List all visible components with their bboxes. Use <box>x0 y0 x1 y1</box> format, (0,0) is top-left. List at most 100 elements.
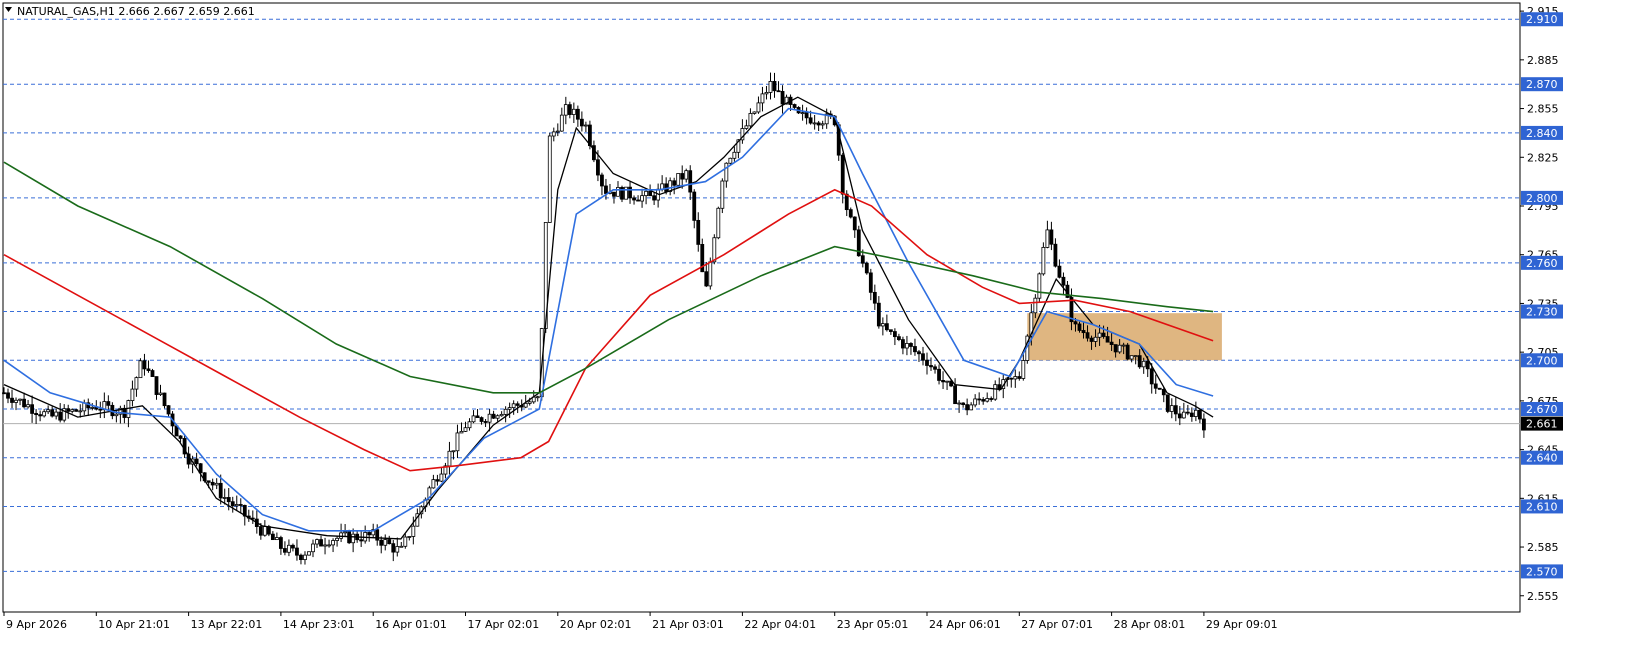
x-tick-label: 17 Apr 02:01 <box>468 618 540 631</box>
bull-candle <box>1169 405 1174 412</box>
bear-candle <box>1173 405 1178 415</box>
y-tick-label: 2.585 <box>1527 541 1559 554</box>
bear-candle <box>1189 412 1194 417</box>
bull-candle <box>563 104 568 116</box>
x-tick-label: 16 Apr 01:01 <box>375 618 447 631</box>
bear-candle <box>933 366 937 370</box>
bull-candle <box>503 408 508 415</box>
bull-candle <box>262 526 267 536</box>
bull-candle <box>1097 332 1102 338</box>
bull-candle <box>708 261 713 287</box>
bear-candle <box>1125 344 1130 360</box>
bear-candle <box>226 497 231 503</box>
bear-candle <box>58 411 63 421</box>
bull-candle <box>114 413 119 417</box>
bear-candle <box>696 219 701 245</box>
bull-candle <box>800 112 805 115</box>
bear-candle <box>860 255 865 264</box>
bull-candle <box>748 113 753 127</box>
bull-candle <box>511 403 516 409</box>
bear-candle <box>1177 413 1182 419</box>
bull-candle <box>764 92 769 95</box>
level-label: 2.840 <box>1526 127 1558 140</box>
bear-candle <box>1089 337 1094 342</box>
bear-candle <box>66 408 71 412</box>
bear-candle <box>230 501 235 507</box>
x-tick-label: 22 Apr 04:01 <box>744 618 816 631</box>
bull-candle <box>716 207 721 239</box>
price-chart[interactable]: 2.5552.5852.6152.6452.6752.7052.7352.765… <box>0 0 1641 666</box>
bull-candle <box>439 473 444 482</box>
bull-candle <box>880 323 885 327</box>
bear-candle <box>672 180 677 186</box>
bull-candle <box>487 413 492 423</box>
x-tick-label: 20 Apr 02:01 <box>560 618 632 631</box>
bear-candle <box>989 398 994 400</box>
bear-candle <box>367 532 372 536</box>
bear-candle <box>892 331 897 338</box>
bear-candle <box>1185 411 1190 414</box>
bull-candle <box>957 402 962 405</box>
bear-candle <box>299 554 303 561</box>
bear-candle <box>913 346 917 353</box>
bear-candle <box>680 173 685 180</box>
bull-candle <box>303 554 307 561</box>
bear-candle <box>917 351 921 355</box>
x-tick-label: 24 Apr 06:01 <box>929 618 1001 631</box>
bull-candle <box>18 398 22 401</box>
bear-candle <box>375 529 380 541</box>
bear-candle <box>258 526 263 536</box>
bear-candle <box>884 323 889 331</box>
bear-candle <box>909 343 913 347</box>
bull-candle <box>768 80 773 93</box>
bull-candle <box>507 407 512 410</box>
bull-candle <box>616 187 620 197</box>
bear-candle <box>270 533 275 541</box>
bear-candle <box>840 154 845 195</box>
bull-candle <box>1093 336 1098 342</box>
bear-candle <box>792 104 797 108</box>
bull-candle <box>411 525 416 537</box>
bull-candle <box>403 536 408 547</box>
bull-candle <box>158 392 163 395</box>
bear-candle <box>1109 341 1114 345</box>
bull-candle <box>499 413 504 417</box>
y-tick-label: 2.885 <box>1527 54 1559 67</box>
bear-candle <box>852 216 857 231</box>
bear-candle <box>74 409 79 412</box>
bull-candle <box>343 531 348 534</box>
bull-candle <box>732 151 737 159</box>
level-label: 2.610 <box>1526 500 1558 513</box>
bull-candle <box>644 190 648 197</box>
bear-candle <box>483 421 488 423</box>
bull-candle <box>969 404 974 411</box>
bull-candle <box>399 545 404 548</box>
bear-candle <box>961 402 966 406</box>
bull-candle <box>527 401 532 404</box>
bear-candle <box>596 159 600 176</box>
bear-candle <box>10 397 14 403</box>
bear-candle <box>1053 243 1058 267</box>
bear-candle <box>1017 376 1022 379</box>
bear-candle <box>194 458 199 465</box>
x-tick-label: 10 Apr 21:01 <box>98 618 170 631</box>
bear-candle <box>210 481 215 486</box>
bear-candle <box>897 336 901 341</box>
bull-candle <box>130 388 135 401</box>
bull-candle <box>1037 273 1042 299</box>
bull-candle <box>1121 344 1126 347</box>
bear-candle <box>808 117 813 124</box>
bull-candle <box>1021 360 1026 379</box>
bear-candle <box>692 191 697 221</box>
bull-candle <box>14 399 18 403</box>
bear-candle <box>98 408 103 411</box>
bull-candle <box>1181 411 1186 419</box>
bear-candle <box>628 186 632 199</box>
bull-candle <box>495 415 500 419</box>
bull-candle <box>985 398 990 402</box>
bear-candle <box>218 482 223 499</box>
bull-candle <box>1041 246 1046 275</box>
bull-candle <box>431 479 436 489</box>
bear-candle <box>816 122 821 126</box>
bear-candle <box>283 548 287 553</box>
